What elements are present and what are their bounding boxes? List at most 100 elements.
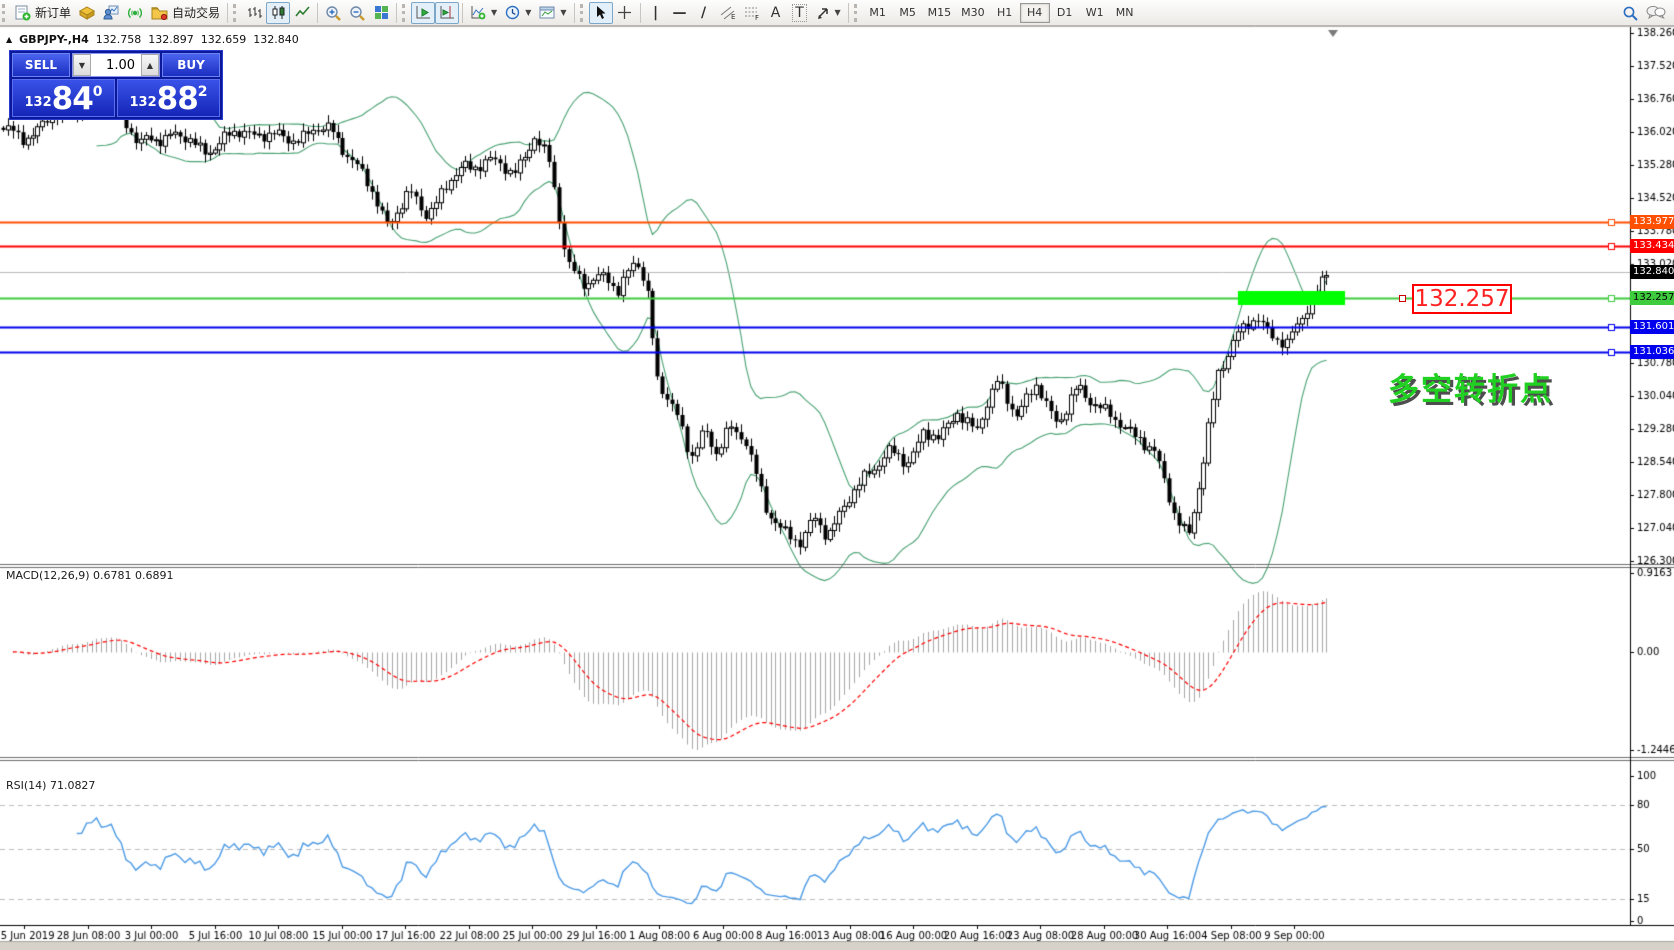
timeframe-mn[interactable]: MN <box>1110 3 1140 23</box>
auto-scroll-icon <box>415 5 431 20</box>
buy-price-button[interactable]: 132 88 2 <box>117 79 220 117</box>
chart-shift-icon <box>439 5 455 20</box>
auto-trading-icon <box>151 6 168 20</box>
price-axis-label: 131.601 <box>1630 320 1674 334</box>
text-button[interactable]: A <box>764 2 788 24</box>
zoom-out-button[interactable] <box>345 2 369 24</box>
cursor-button[interactable] <box>589 2 613 24</box>
market-watch-button[interactable] <box>99 2 123 24</box>
arrows-button[interactable]: ▼ <box>812 2 845 24</box>
timeframe-h1[interactable]: H1 <box>990 3 1020 23</box>
vertical-line-button[interactable]: | <box>644 2 668 24</box>
symbol-name: GBPJPY-,H4 <box>19 33 89 46</box>
sell-price-button[interactable]: 132 84 0 <box>12 79 115 117</box>
buy-price-sup: 2 <box>198 84 208 100</box>
zoom-out-icon <box>349 5 365 21</box>
rsi-label: RSI(14) 71.0827 <box>6 779 95 792</box>
sell-price-sup: 0 <box>93 84 103 100</box>
candlestick-chart-button[interactable] <box>266 2 290 24</box>
clock-icon <box>505 5 520 20</box>
chart-canvas[interactable] <box>0 0 1674 950</box>
sell-button[interactable]: SELL <box>12 53 70 77</box>
new-order-button[interactable]: 新订单 <box>11 2 75 24</box>
trendline-button[interactable]: / <box>692 2 716 24</box>
vertical-line-icon: | <box>653 5 658 21</box>
new-order-label: 新订单 <box>35 4 71 21</box>
mt4-window: { "toolbar": { "new_order_label": "新订单",… <box>0 0 1674 950</box>
timeframe-h4[interactable]: H4 <box>1020 3 1050 23</box>
svg-text:F: F <box>755 14 759 20</box>
price-axis-label: 131.036 <box>1630 345 1674 359</box>
price-axis-label: 133.977 <box>1630 215 1674 229</box>
tile-windows-icon <box>374 5 389 20</box>
horizontal-line-icon: — <box>673 5 687 21</box>
person-chart-icon <box>103 5 119 20</box>
tile-windows-button[interactable] <box>369 2 393 24</box>
cursor-icon <box>594 5 607 20</box>
indicators-button[interactable]: ▼ <box>466 2 501 24</box>
fibonacci-button[interactable]: F <box>740 2 764 24</box>
timeframe-group: M1M5M15M30H1H4D1W1MN <box>863 3 1140 23</box>
macd-label: MACD(12,26,9) 0.6781 0.6891 <box>6 569 174 582</box>
templates-button[interactable]: ▼ <box>535 2 570 24</box>
zoom-in-icon <box>325 5 341 21</box>
arrows-icon <box>816 6 830 20</box>
price-axis-label: 132.840 <box>1630 265 1674 279</box>
crosshair-button[interactable] <box>613 2 637 24</box>
signal-icon <box>127 5 143 20</box>
sell-price-small: 132 <box>24 95 51 110</box>
bar-chart-icon <box>247 5 262 20</box>
timeframe-m15[interactable]: M15 <box>923 3 957 23</box>
line-chart-icon <box>295 5 310 20</box>
signals-button[interactable] <box>123 2 147 24</box>
timeframe-d1[interactable]: D1 <box>1050 3 1080 23</box>
symbol-header: ▲ GBPJPY-,H4 132.758 132.897 132.659 132… <box>6 33 299 46</box>
channel-icon: E <box>720 6 736 20</box>
timeframe-m1[interactable]: M1 <box>863 3 893 23</box>
text-label-icon: T <box>792 4 807 22</box>
volume-down-button[interactable]: ▼ <box>73 54 91 76</box>
price-annotation-box[interactable]: 132.257 <box>1412 284 1512 314</box>
volume-up-button[interactable]: ▲ <box>141 54 159 76</box>
timeframe-m5[interactable]: M5 <box>893 3 923 23</box>
channel-button[interactable]: E <box>716 2 740 24</box>
timeframe-m30[interactable]: M30 <box>956 3 990 23</box>
auto-trading-button[interactable]: 自动交易 <box>147 2 224 24</box>
chat-icon[interactable] <box>1646 5 1666 20</box>
fibonacci-icon: F <box>744 6 760 20</box>
price-box-handle[interactable] <box>1399 295 1406 302</box>
volume-input[interactable] <box>91 54 141 76</box>
periods-caret: ▼ <box>525 8 531 17</box>
buy-price-small: 132 <box>129 95 156 110</box>
bar-chart-button[interactable] <box>242 2 266 24</box>
box-icon <box>79 6 95 20</box>
zoom-in-button[interactable] <box>321 2 345 24</box>
volume-control: ▼ ▲ <box>72 53 160 77</box>
line-chart-button[interactable] <box>290 2 314 24</box>
templates-caret: ▼ <box>560 8 566 17</box>
buy-price-big: 88 <box>157 84 198 114</box>
horizontal-line-button[interactable]: — <box>668 2 692 24</box>
indicators-icon <box>470 5 486 20</box>
sell-price-big: 84 <box>52 84 93 114</box>
ohlc-open: 132.758 <box>96 33 142 46</box>
svg-text:E: E <box>731 13 735 20</box>
ohlc-high: 132.897 <box>148 33 194 46</box>
ohlc-close: 132.840 <box>253 33 299 46</box>
buy-button[interactable]: BUY <box>162 53 220 77</box>
timeframe-w1[interactable]: W1 <box>1080 3 1110 23</box>
toolbar-grip[interactable] <box>2 4 9 22</box>
history-center-button[interactable] <box>75 2 99 24</box>
text-label-button[interactable]: T <box>788 2 812 24</box>
new-order-icon <box>15 5 31 21</box>
expand-panel-triangle[interactable]: ▲ <box>6 35 12 44</box>
search-icon[interactable] <box>1622 5 1638 21</box>
text-icon: A <box>771 5 781 21</box>
auto-scroll-button[interactable] <box>411 2 435 24</box>
auto-trading-label: 自动交易 <box>172 4 220 21</box>
ohlc-low: 132.659 <box>201 33 247 46</box>
indicators-caret: ▼ <box>491 8 497 17</box>
periods-button[interactable]: ▼ <box>501 2 535 24</box>
chart-shift-button[interactable] <box>435 2 459 24</box>
main-toolbar: 新订单 自动交易 ▼ ▼ <box>0 0 1674 26</box>
